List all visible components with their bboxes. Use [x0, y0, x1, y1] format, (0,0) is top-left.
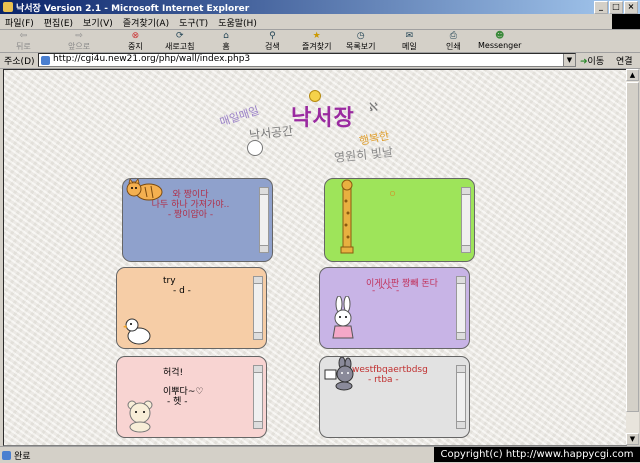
doodle-text: 영원히 빛날	[333, 144, 394, 166]
note-line: 허걱!	[163, 368, 184, 378]
note-scrollbar[interactable]	[461, 187, 471, 253]
note-scrollbar[interactable]	[259, 187, 269, 253]
favorites-icon: ★	[312, 31, 321, 41]
menu-help[interactable]: 도움말(H)	[213, 14, 262, 31]
note-card[interactable]: westfbqaertbdsg - rtba -	[319, 356, 470, 438]
forward-button[interactable]: ⇨ 앞으로	[68, 31, 90, 52]
note-card[interactable]: 허걱! 이뿌다~♡ - 헷 -	[116, 356, 267, 438]
note-card[interactable]: ㅇ	[324, 178, 475, 262]
giraffe-icon	[340, 179, 354, 254]
messenger-icon: ☻	[495, 31, 505, 41]
history-icon: ◷	[356, 31, 365, 41]
page-viewport: 낙서장 매일매일 낙서공간 행복한 영원히 빛날 ℵ 와 짱이다 나두 하나 가…	[3, 69, 627, 446]
page-header: 낙서장 매일매일 낙서공간 행복한 영원히 빛날 ℵ	[218, 88, 419, 178]
note-line: - ^^ -	[372, 286, 400, 296]
forward-arrow-icon: ⇨	[75, 31, 83, 41]
menu-tools[interactable]: 도구(T)	[174, 14, 213, 31]
doodle-face-icon	[247, 140, 263, 156]
page-icon	[41, 56, 50, 65]
toolbar: ⇦ 뒤로 ⇨ 앞으로 ⊗ 중지 ⟳ 새로고침 ⌂ 홈 ⚲ 검색 ★ 즐겨찾기 ◷ 목록보기 ✉ 메…	[0, 30, 640, 53]
back-arrow-icon: ⇦	[19, 31, 28, 41]
note-scrollbar[interactable]	[253, 365, 263, 429]
note-line: westfbqaertbdsg	[352, 365, 428, 375]
stop-icon: ⊗	[131, 31, 140, 41]
ie-app-icon	[3, 2, 13, 12]
title-bar: 낙서장 Version 2.1 - Microsoft Internet Exp…	[0, 0, 640, 14]
window-controls: _ □ ×	[593, 1, 638, 14]
menu-bar: 파일(F) 편집(E) 보기(V) 즐겨찾기(A) 도구(T) 도움말(H)	[0, 14, 640, 30]
note-card[interactable]: 와 짱이다 나두 하나 가져가야.. - 짱이얍아 -	[122, 178, 273, 262]
go-button[interactable]: ➜이동	[580, 54, 604, 67]
back-button[interactable]: ⇦ 뒤로	[16, 31, 31, 52]
go-arrow-icon: ➜	[580, 57, 588, 67]
close-button[interactable]: ×	[624, 1, 638, 14]
note-card[interactable]: 이게사판 짱빼 돈다 - ^^ -	[319, 267, 470, 349]
print-icon: ⎙	[449, 31, 457, 41]
vertical-scrollbar[interactable]: ▲ ▼	[626, 69, 639, 445]
minimize-button[interactable]: _	[594, 1, 608, 14]
note-scrollbar[interactable]	[456, 365, 466, 429]
scroll-up-icon[interactable]: ▲	[626, 69, 639, 81]
note-line: - 헷 -	[167, 397, 188, 407]
home-icon: ⌂	[223, 31, 229, 41]
note-scrollbar[interactable]	[456, 276, 466, 340]
scroll-thumb[interactable]	[626, 82, 639, 412]
doodle-x-icon: ℵ	[369, 100, 378, 114]
note-line: try	[163, 276, 176, 286]
search-button[interactable]: ⚲ 검색	[265, 31, 280, 52]
home-button[interactable]: ⌂ 홈	[220, 31, 232, 52]
address-bar: 주소(D) http://cgi4u.new21.org/php/wall/in…	[0, 52, 640, 69]
note-card[interactable]: try - d -	[116, 267, 267, 349]
refresh-button[interactable]: ⟳ 새로고침	[165, 31, 194, 52]
menu-favorites[interactable]: 즐겨찾기(A)	[118, 14, 174, 31]
status-text: 완료	[2, 449, 31, 462]
address-input[interactable]: http://cgi4u.new21.org/php/wall/index.ph…	[38, 53, 576, 67]
duck-icon	[123, 318, 151, 345]
address-label: 주소(D)	[4, 57, 35, 67]
mail-button[interactable]: ✉ 메일	[402, 31, 417, 52]
history-button[interactable]: ◷ 목록보기	[346, 31, 375, 52]
menu-file[interactable]: 파일(F)	[0, 14, 39, 31]
note-scrollbar[interactable]	[253, 276, 263, 340]
note-line: - rtba -	[368, 375, 399, 385]
bunny-icon	[332, 296, 354, 339]
mail-icon: ✉	[405, 31, 414, 41]
menu-edit[interactable]: 편집(E)	[39, 14, 78, 31]
links-button[interactable]: 연결	[616, 54, 633, 67]
search-icon: ⚲	[269, 31, 276, 41]
chevron-down-icon[interactable]: ▼	[563, 54, 575, 66]
bear-icon	[127, 400, 153, 433]
stop-button[interactable]: ⊗ 중지	[128, 31, 143, 52]
windows-logo	[612, 14, 640, 29]
rabbit-icon	[324, 357, 354, 391]
window-title: 낙서장 Version 2.1 - Microsoft Internet Exp…	[16, 4, 250, 14]
maximize-button[interactable]: □	[609, 1, 623, 14]
page-title: 낙서장	[291, 105, 355, 131]
favorites-button[interactable]: ★ 즐겨찾기	[302, 31, 331, 52]
refresh-icon: ⟳	[175, 31, 184, 41]
page-icon	[2, 451, 11, 460]
menu-view[interactable]: 보기(V)	[78, 14, 118, 31]
cat-icon	[126, 179, 163, 201]
note-line: - 짱이얍아 -	[167, 210, 214, 220]
copyright-banner: Copyright(c) http://www.happycgi.com	[434, 447, 640, 462]
note-line: - d -	[173, 286, 191, 296]
address-url[interactable]: http://cgi4u.new21.org/php/wall/index.ph…	[53, 54, 250, 64]
print-button[interactable]: ⎙ 인쇄	[446, 31, 461, 52]
messenger-button[interactable]: ☻ Messenger	[478, 31, 521, 50]
scroll-down-icon[interactable]: ▼	[626, 433, 639, 445]
